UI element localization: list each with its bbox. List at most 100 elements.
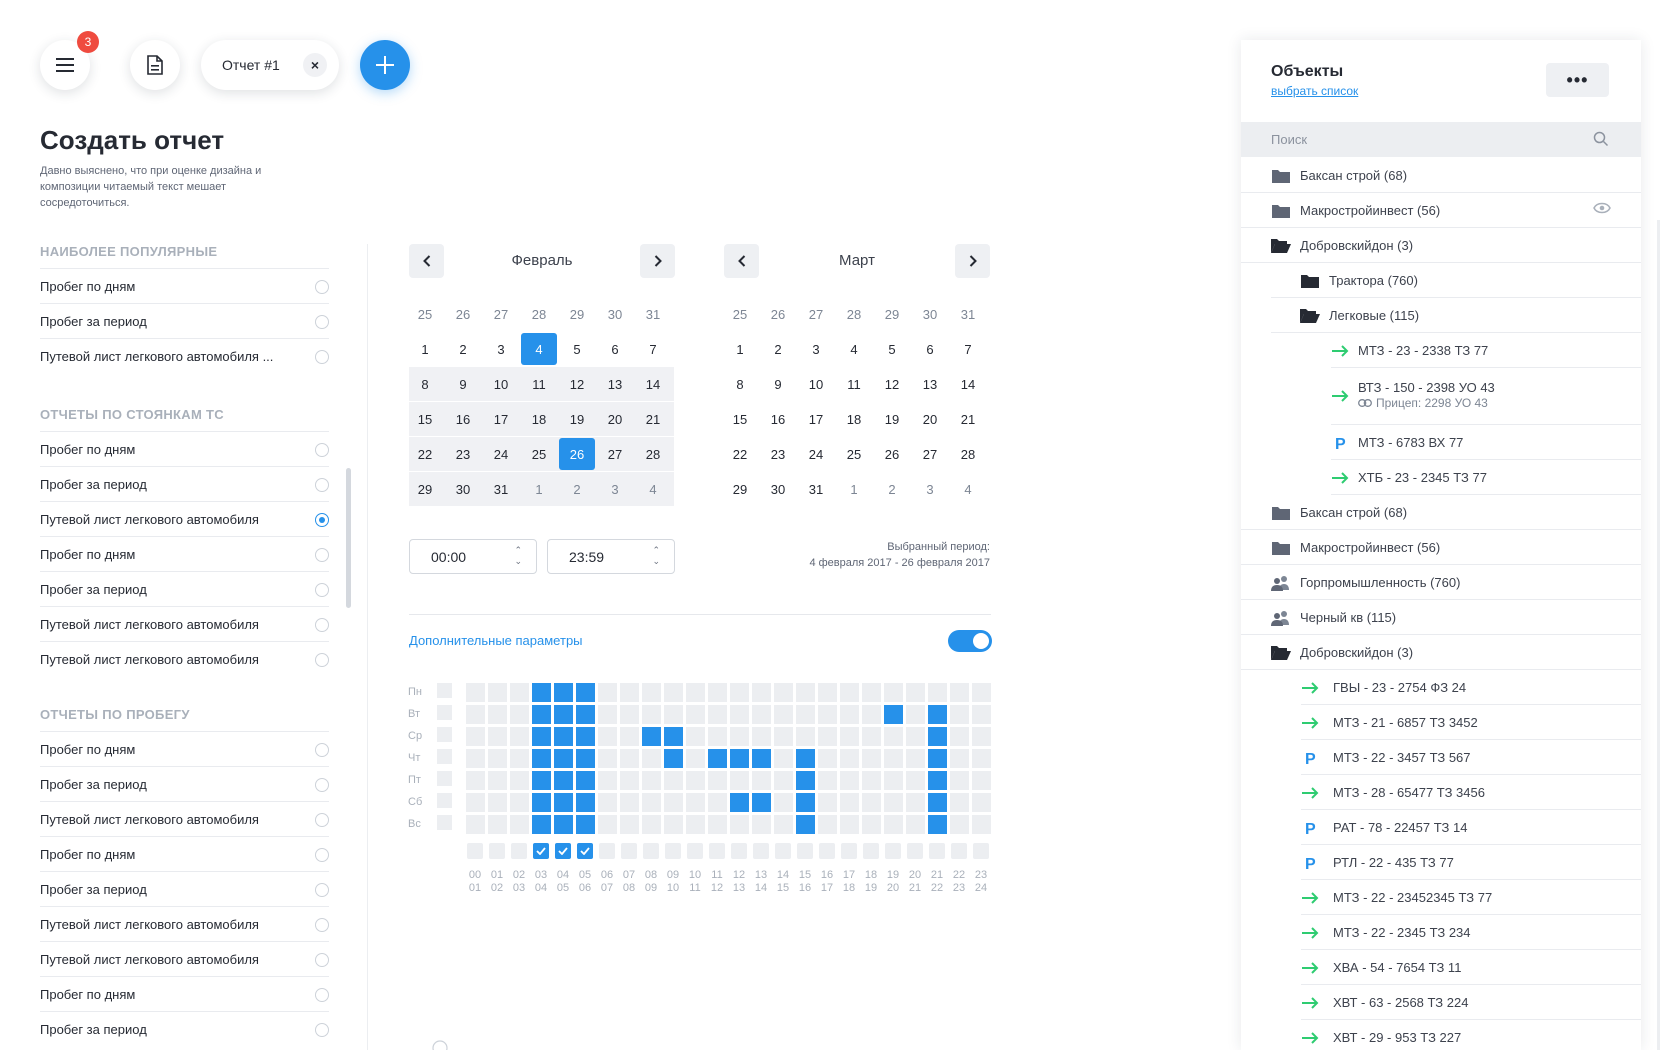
calendar-day[interactable]: 25 (521, 438, 557, 470)
hour-cell[interactable] (488, 683, 507, 702)
next-month-button[interactable] (640, 244, 675, 278)
hour-cell[interactable] (950, 683, 969, 702)
hour-cell[interactable] (510, 771, 529, 790)
hour-cell[interactable] (774, 705, 793, 724)
row-select-cell[interactable] (437, 727, 452, 742)
hour-cell[interactable] (818, 749, 837, 768)
hour-cell[interactable] (664, 749, 683, 768)
calendar-day[interactable]: 2 (874, 473, 910, 505)
radio-button[interactable] (315, 918, 329, 932)
row-select-cell[interactable] (437, 771, 452, 786)
tree-item[interactable]: ХВТ - 63 - 2568 ТЗ 224 (1241, 985, 1641, 1020)
report-option[interactable]: Путевой лист легкового автомобиля (40, 801, 329, 836)
calendar-day[interactable]: 3 (798, 333, 834, 365)
radio-button[interactable] (315, 813, 329, 827)
tree-item[interactable]: P МТЗ - 22 - 3457 ТЗ 567 (1241, 740, 1641, 775)
hour-cell[interactable] (576, 727, 595, 746)
hour-cell[interactable] (488, 749, 507, 768)
hour-cell[interactable] (730, 771, 749, 790)
additional-params-label[interactable]: Дополнительные параметры (409, 633, 583, 648)
hour-cell[interactable] (950, 815, 969, 834)
hour-cell[interactable] (664, 683, 683, 702)
hour-cell[interactable] (906, 705, 925, 724)
calendar-day[interactable]: 27 (483, 298, 519, 330)
tree-item[interactable]: ХВА - 54 - 7654 ТЗ 11 (1241, 950, 1641, 985)
radio-button[interactable] (315, 478, 329, 492)
row-select-cell[interactable] (437, 705, 452, 720)
hour-cell[interactable] (774, 793, 793, 812)
hour-checkbox[interactable] (775, 843, 791, 859)
hour-checkbox[interactable] (665, 843, 681, 859)
calendar-day[interactable]: 15 (722, 403, 758, 435)
tree-item[interactable]: МТЗ - 28 - 65477 ТЗ 3456 (1241, 775, 1641, 810)
calendar-day[interactable]: 12 (874, 368, 910, 400)
hour-cell[interactable] (840, 727, 859, 746)
calendar-day[interactable]: 31 (950, 298, 986, 330)
hour-cell[interactable] (708, 683, 727, 702)
hour-cell[interactable] (796, 815, 815, 834)
hour-cell[interactable] (686, 815, 705, 834)
hour-cell[interactable] (774, 771, 793, 790)
report-option[interactable]: Пробег по дням (40, 836, 329, 871)
calendar-day[interactable]: 29 (874, 298, 910, 330)
radio-button[interactable] (315, 778, 329, 792)
tree-item[interactable]: P МТЗ - 6783 ВХ 77 (1241, 425, 1641, 460)
hour-cell[interactable] (488, 793, 507, 812)
calendar-day[interactable]: 18 (521, 403, 557, 435)
calendar-day[interactable]: 14 (950, 368, 986, 400)
report-option[interactable]: Пробег по дням (40, 536, 329, 571)
calendar-day[interactable]: 1 (722, 333, 758, 365)
report-option[interactable]: Путевой лист легкового автомобиля (40, 906, 329, 941)
hour-cell[interactable] (598, 793, 617, 812)
hour-cell[interactable] (620, 793, 639, 812)
calendar-day[interactable]: 1 (407, 333, 443, 365)
calendar-day[interactable]: 27 (798, 298, 834, 330)
hour-cell[interactable] (620, 771, 639, 790)
hour-checkbox[interactable] (929, 843, 945, 859)
hour-cell[interactable] (510, 815, 529, 834)
hour-cell[interactable] (972, 749, 991, 768)
radio-button[interactable] (315, 583, 329, 597)
calendar-day[interactable]: 30 (912, 298, 948, 330)
tree-item[interactable]: Горпромышленность (760) (1241, 565, 1641, 600)
tree-item[interactable]: Добровскийдон (3) (1241, 228, 1641, 263)
hour-cell[interactable] (862, 749, 881, 768)
tree-item[interactable]: МТЗ - 21 - 6857 ТЗ 3452 (1241, 705, 1641, 740)
hour-cell[interactable] (664, 705, 683, 724)
hour-cell[interactable] (466, 793, 485, 812)
report-option[interactable]: Пробег по дням (40, 431, 329, 466)
hour-cell[interactable] (576, 793, 595, 812)
hour-cell[interactable] (928, 771, 947, 790)
hour-cell[interactable] (818, 815, 837, 834)
hour-cell[interactable] (598, 683, 617, 702)
hour-cell[interactable] (884, 705, 903, 724)
hour-cell[interactable] (796, 793, 815, 812)
calendar-day[interactable]: 2 (760, 333, 796, 365)
hour-cell[interactable] (818, 705, 837, 724)
hour-cell[interactable] (818, 727, 837, 746)
hour-cell[interactable] (862, 727, 881, 746)
calendar-day[interactable]: 28 (836, 298, 872, 330)
hour-cell[interactable] (906, 815, 925, 834)
calendar-day[interactable]: 16 (760, 403, 796, 435)
tree-item[interactable]: ХТБ - 23 - 2345 ТЗ 77 (1241, 460, 1641, 495)
hour-checkbox[interactable] (687, 843, 703, 859)
hour-cell[interactable] (752, 705, 771, 724)
prev-month-button[interactable] (409, 244, 444, 278)
hour-cell[interactable] (488, 727, 507, 746)
add-report-button[interactable] (360, 40, 410, 90)
tree-item[interactable]: МТЗ - 22 - 23452345 ТЗ 77 (1241, 880, 1641, 915)
hour-cell[interactable] (598, 727, 617, 746)
hour-cell[interactable] (554, 771, 573, 790)
tree-item[interactable]: МТЗ - 22 - 2345 ТЗ 234 (1241, 915, 1641, 950)
row-select-cell[interactable] (437, 749, 452, 764)
calendar-day[interactable]: 28 (521, 298, 557, 330)
calendar-day[interactable]: 20 (912, 403, 948, 435)
calendar-day[interactable]: 9 (445, 368, 481, 400)
hour-checkbox[interactable] (973, 843, 989, 859)
hour-cell[interactable] (554, 683, 573, 702)
hour-cell[interactable] (950, 705, 969, 724)
hour-cell[interactable] (466, 727, 485, 746)
hour-cell[interactable] (774, 749, 793, 768)
calendar-day[interactable]: 14 (635, 368, 671, 400)
